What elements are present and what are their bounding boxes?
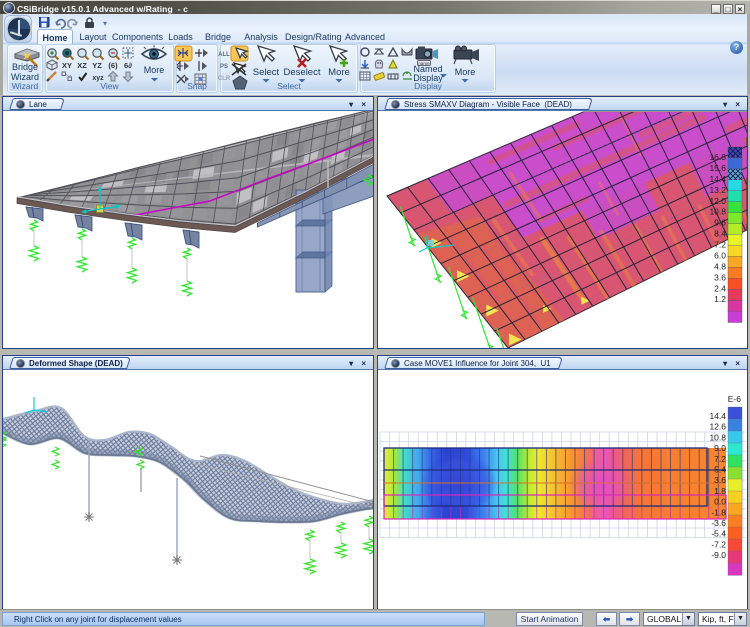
svg-text:More: More (328, 67, 350, 78)
svg-text:14.4: 14.4 (709, 174, 726, 184)
svg-text:E-6: E-6 (728, 394, 742, 404)
svg-text:More: More (455, 67, 476, 77)
svg-text:Display: Display (413, 73, 443, 83)
svg-text:2.4: 2.4 (714, 283, 726, 293)
svg-text:-9.0: -9.0 (711, 550, 726, 560)
svg-text:More: More (144, 65, 165, 75)
svg-text:4.8: 4.8 (714, 261, 726, 271)
svg-text:PS: PS (220, 64, 228, 70)
svg-text:14.4: 14.4 (709, 411, 726, 421)
svg-text:15.6: 15.6 (709, 163, 726, 173)
svg-text:Select: Select (253, 67, 280, 78)
svg-text:0.0: 0.0 (714, 497, 726, 507)
svg-text:6∂: 6∂ (124, 61, 132, 70)
svg-text:7.2: 7.2 (714, 240, 726, 250)
svg-text:(6): (6) (108, 61, 118, 70)
svg-text:9.6: 9.6 (714, 218, 726, 228)
svg-text:7.2: 7.2 (714, 454, 726, 464)
svg-text:-5.4: -5.4 (711, 529, 726, 539)
svg-text:Deselect: Deselect (284, 67, 321, 78)
svg-text:Wizard: Wizard (11, 72, 39, 82)
svg-text:5.4: 5.4 (714, 465, 726, 475)
svg-text:XZ: XZ (77, 61, 87, 70)
svg-text:-7.2: -7.2 (711, 539, 726, 549)
svg-text:1.2: 1.2 (714, 294, 726, 304)
svg-text:ALL: ALL (218, 52, 230, 58)
svg-text:10.8: 10.8 (709, 432, 726, 442)
svg-text:9.0: 9.0 (714, 443, 726, 453)
svg-text:6.0: 6.0 (714, 251, 726, 261)
svg-text:1.8: 1.8 (714, 486, 726, 496)
svg-text:12.6: 12.6 (709, 422, 726, 432)
svg-text:xyz: xyz (92, 75, 104, 82)
svg-text:▾: ▾ (103, 19, 107, 28)
svg-text:YZ: YZ (92, 61, 102, 70)
svg-text:Bridge: Bridge (12, 62, 38, 72)
svg-text:8.4: 8.4 (714, 229, 726, 239)
svg-text:10.8: 10.8 (709, 207, 726, 217)
svg-text:16.8: 16.8 (709, 152, 726, 162)
svg-text:3.6: 3.6 (714, 475, 726, 485)
svg-text:XY: XY (62, 61, 72, 70)
svg-text:-1.8: -1.8 (711, 507, 726, 517)
svg-text:13.2: 13.2 (709, 185, 726, 195)
svg-text:-3.6: -3.6 (711, 518, 726, 528)
svg-text:12.0: 12.0 (709, 196, 726, 206)
svg-text:3.6: 3.6 (714, 272, 726, 282)
svg-text:CLR: CLR (218, 76, 231, 82)
